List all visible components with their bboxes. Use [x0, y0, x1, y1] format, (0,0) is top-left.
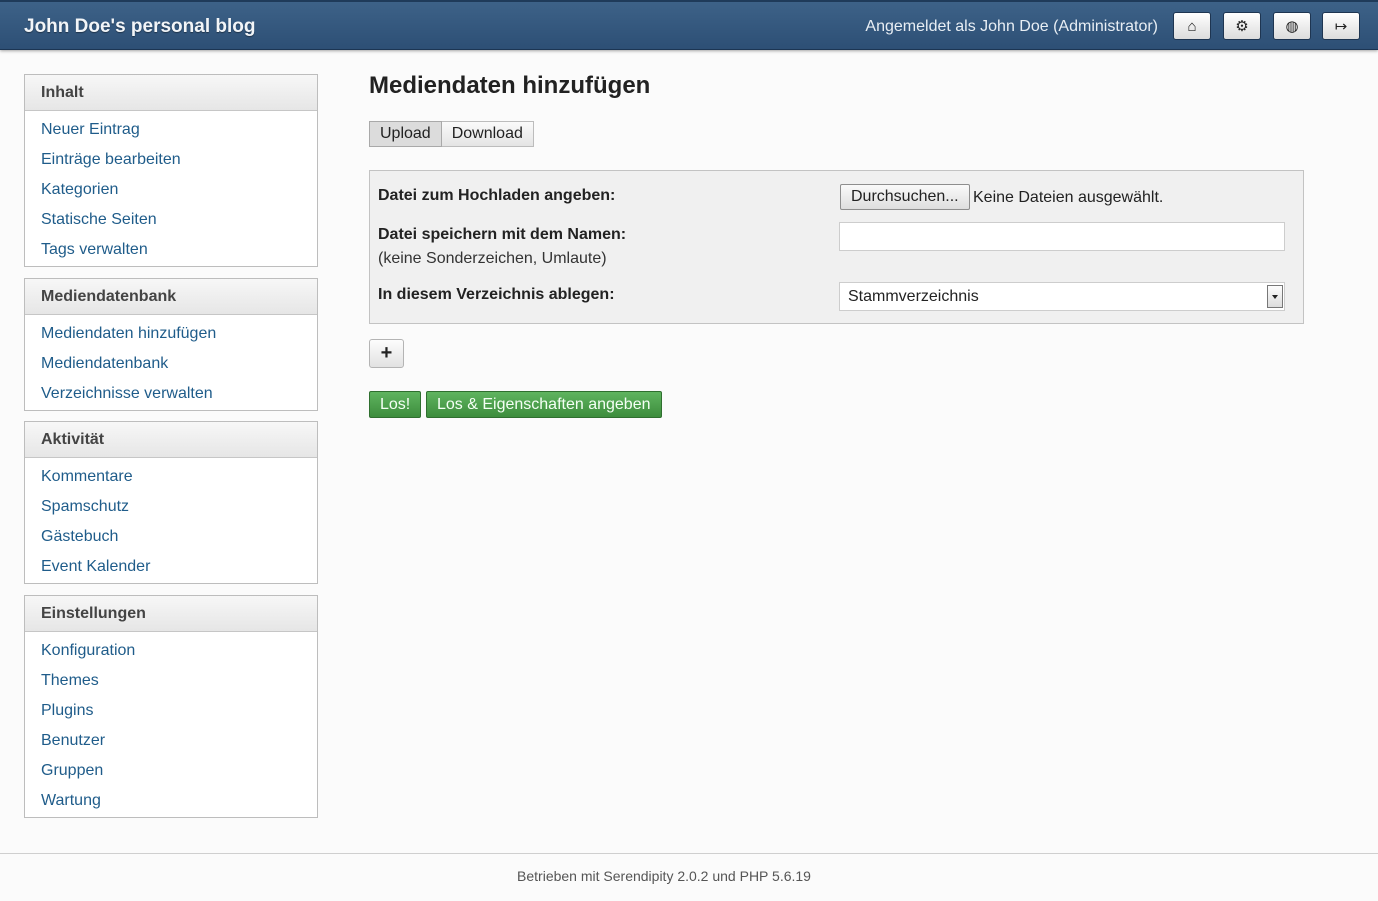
save-name-label: Datei speichern mit dem Namen: — [378, 226, 627, 243]
sidebar-item-tags[interactable]: Tags verwalten — [25, 235, 317, 265]
user-info: Angemeldet als John Doe (Administrator) — [865, 18, 1158, 35]
home-icon: ⌂ — [1187, 17, 1197, 35]
settings-button[interactable]: ⚙ — [1223, 12, 1261, 40]
directory-label: In diesem Verzeichnis ablegen: — [378, 286, 615, 303]
sidebar-item-configuration[interactable]: Konfiguration — [25, 636, 317, 666]
sidebar-section-inhalt: Inhalt Neuer Eintrag Einträge bearbeiten… — [24, 74, 318, 267]
sidebar-section-activity: Aktivität Kommentare Spamschutz Gästebuc… — [24, 421, 318, 584]
directory-select[interactable]: Stammverzeichnis — [839, 282, 1285, 311]
sidebar-item-add-media[interactable]: Mediendaten hinzufügen — [25, 319, 317, 349]
directory-value: Stammverzeichnis — [848, 288, 979, 305]
save-name-hint: (keine Sonderzeichen, Umlaute) — [378, 250, 607, 267]
tab-bar: Upload Download — [369, 121, 534, 147]
top-bar: John Doe's personal blog Angemeldet als … — [0, 0, 1378, 50]
section-title: Aktivität — [25, 422, 317, 458]
sidebar-item-guestbook[interactable]: Gästebuch — [25, 522, 317, 552]
sidebar-section-media: Mediendatenbank Mediendaten hinzufügen M… — [24, 278, 318, 411]
sidebar-item-maintenance[interactable]: Wartung — [25, 786, 317, 816]
chevron-down-icon[interactable] — [1267, 285, 1283, 308]
section-title: Einstellungen — [25, 596, 317, 632]
footer-divider — [0, 853, 1378, 854]
section-title: Mediendatenbank — [25, 279, 317, 315]
tab-upload[interactable]: Upload — [369, 121, 442, 147]
sidebar-item-media-library[interactable]: Mediendatenbank — [25, 349, 317, 379]
browse-button[interactable]: Durchsuchen... — [840, 184, 970, 210]
logout-button[interactable]: ↦ — [1322, 12, 1360, 40]
page-title: Mediendaten hinzufügen — [369, 72, 651, 99]
submit-button[interactable]: Los! — [369, 391, 422, 418]
add-file-button[interactable]: + — [369, 339, 404, 368]
home-button[interactable]: ⌂ — [1173, 12, 1211, 40]
file-label: Datei zum Hochladen angeben: — [378, 187, 616, 204]
sidebar-item-groups[interactable]: Gruppen — [25, 756, 317, 786]
file-status: Keine Dateien ausgewählt. — [973, 189, 1164, 206]
sidebar-item-static-pages[interactable]: Statische Seiten — [25, 205, 317, 235]
logout-icon: ↦ — [1334, 18, 1348, 35]
sidebar-section-settings: Einstellungen Konfiguration Themes Plugi… — [24, 595, 318, 818]
sidebar-item-comments[interactable]: Kommentare — [25, 462, 317, 492]
tab-download[interactable]: Download — [441, 121, 534, 147]
cogs-icon: ⚙ — [1235, 18, 1249, 35]
blog-title[interactable]: John Doe's personal blog — [24, 16, 256, 38]
sidebar-item-manage-directories[interactable]: Verzeichnisse verwalten — [25, 379, 317, 409]
upload-form: Datei zum Hochladen angeben: Durchsuchen… — [369, 170, 1304, 324]
sidebar-item-edit-entries[interactable]: Einträge bearbeiten — [25, 145, 317, 175]
section-title: Inhalt — [25, 75, 317, 111]
footer-text: Betrieben mit Serendipity 2.0.2 und PHP … — [517, 868, 811, 884]
sidebar-item-categories[interactable]: Kategorien — [25, 175, 317, 205]
sidebar-item-new-entry[interactable]: Neuer Eintrag — [25, 115, 317, 145]
sidebar-item-plugins[interactable]: Plugins — [25, 696, 317, 726]
sidebar-item-event-calendar[interactable]: Event Kalender — [25, 552, 317, 582]
view-blog-button[interactable]: ◍ — [1273, 12, 1311, 40]
globe-icon: ◍ — [1285, 18, 1299, 35]
sidebar-item-spam-protection[interactable]: Spamschutz — [25, 492, 317, 522]
save-name-input[interactable] — [839, 222, 1285, 251]
sidebar-item-users[interactable]: Benutzer — [25, 726, 317, 756]
submit-properties-button[interactable]: Los & Eigenschaften angeben — [426, 391, 662, 418]
sidebar-item-themes[interactable]: Themes — [25, 666, 317, 696]
